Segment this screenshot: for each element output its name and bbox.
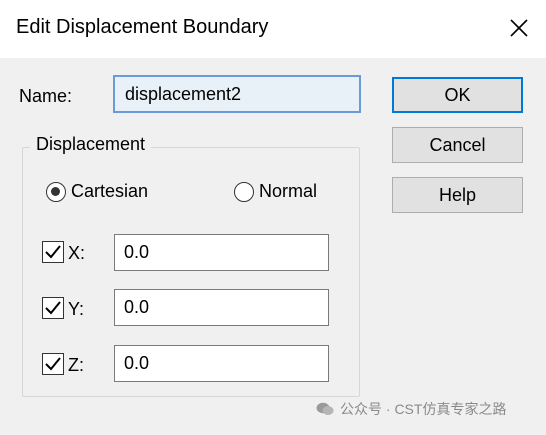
x-label: X: (68, 243, 86, 263)
close-icon (510, 19, 528, 37)
checkmark-icon (45, 245, 61, 259)
z-label: Z: (68, 355, 84, 375)
window-title: Edit Displacement Boundary (16, 16, 269, 38)
normal-radio[interactable] (234, 182, 254, 202)
y-checkbox[interactable] (42, 297, 64, 319)
displacement-group-legend: Displacement (30, 134, 152, 155)
cartesian-label[interactable]: Cartesian (71, 181, 148, 202)
x-input[interactable] (114, 234, 329, 271)
watermark-text: 公众号 · CST仿真专家之路 (340, 401, 507, 417)
y-input[interactable] (114, 289, 329, 326)
z-input[interactable] (114, 345, 329, 382)
watermark: 公众号 · CST仿真专家之路 (316, 399, 506, 419)
name-label: Name: (19, 86, 73, 106)
cartesian-radio[interactable] (46, 182, 66, 202)
radio-selected-dot (51, 187, 60, 196)
y-label: Y: (68, 299, 85, 319)
close-button[interactable] (502, 11, 536, 45)
help-button[interactable]: Help (392, 177, 523, 213)
checkmark-icon (45, 301, 61, 315)
z-checkbox[interactable] (42, 353, 64, 375)
normal-label[interactable]: Normal (259, 181, 317, 202)
wechat-icon (316, 402, 334, 415)
name-input[interactable] (113, 75, 361, 113)
x-checkbox[interactable] (42, 241, 64, 263)
title-bar: Edit Displacement Boundary (0, 0, 546, 58)
checkmark-icon (45, 357, 61, 371)
ok-button[interactable]: OK (392, 77, 523, 113)
cancel-button[interactable]: Cancel (392, 127, 523, 163)
